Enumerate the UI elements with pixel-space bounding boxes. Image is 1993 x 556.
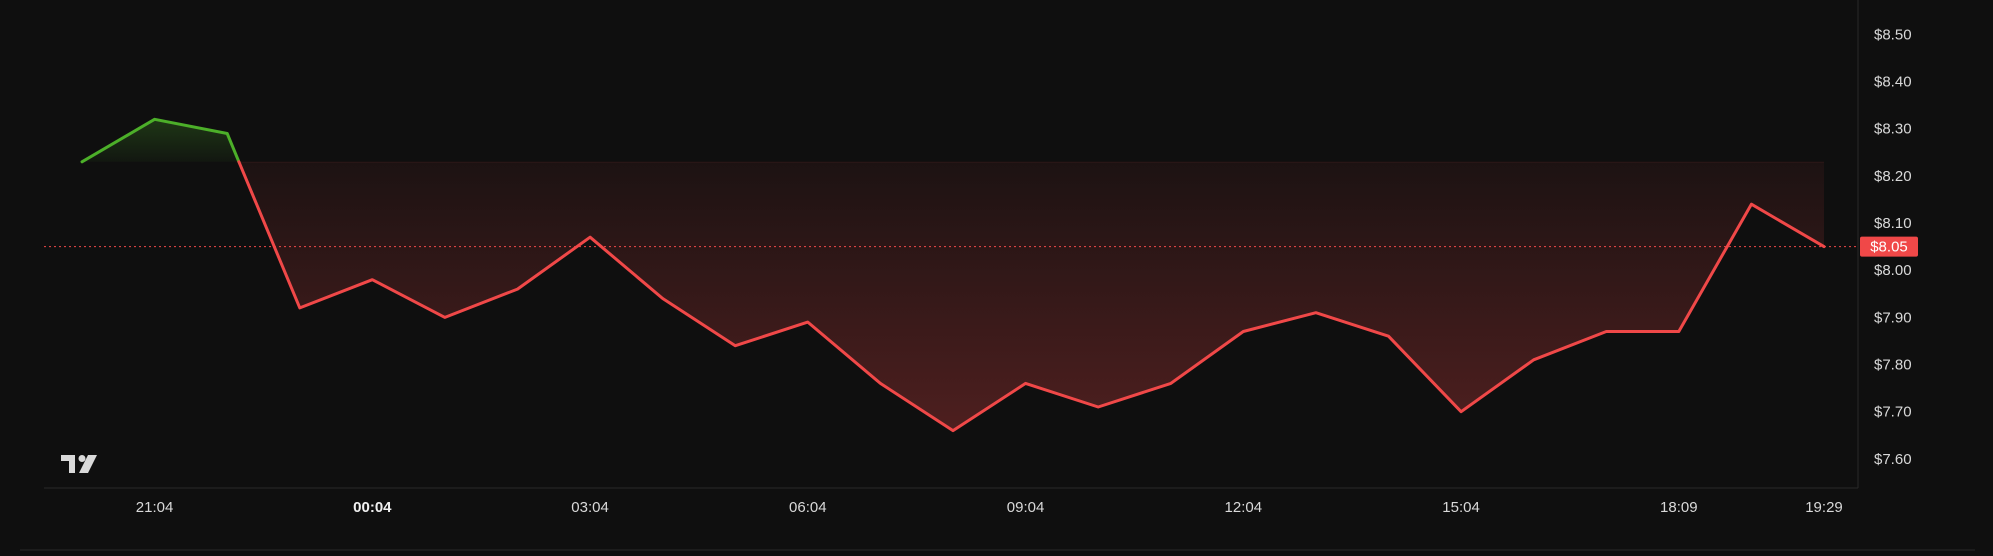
y-tick-label: $7.60: [1874, 451, 1912, 468]
x-tick-label: 18:09: [1660, 499, 1698, 516]
current-price-tag: $8.05: [1860, 236, 1918, 257]
y-tick-label: $8.10: [1874, 215, 1912, 232]
y-tick-label: $8.50: [1874, 26, 1912, 43]
y-tick-label: $8.40: [1874, 74, 1912, 91]
x-tick-label: 03:04: [571, 499, 609, 516]
y-tick-label: $7.90: [1874, 309, 1912, 326]
current-price-label: $8.05: [1870, 239, 1908, 256]
y-tick-label: $8.30: [1874, 121, 1912, 138]
x-tick-label: 06:04: [789, 499, 827, 516]
x-tick-label: 12:04: [1225, 499, 1263, 516]
baseline-edge: [238, 161, 1825, 163]
x-tick-label: 09:04: [1007, 499, 1045, 516]
y-tick-label: $7.70: [1874, 404, 1912, 421]
y-tick-label: $7.80: [1874, 357, 1912, 374]
x-tick-label: 21:04: [136, 499, 174, 516]
price-chart[interactable]: $7.60 $7.70 $7.80 $7.90 $8.00 $8.10 $8.20 $8.30…: [0, 0, 1993, 556]
x-tick-label: 15:04: [1442, 499, 1480, 516]
x-tick-label: 00:04: [353, 499, 392, 516]
y-tick-label: $8.20: [1874, 168, 1912, 185]
x-tick-label: 19:29: [1805, 499, 1843, 516]
y-tick-label: $8.00: [1874, 262, 1912, 279]
